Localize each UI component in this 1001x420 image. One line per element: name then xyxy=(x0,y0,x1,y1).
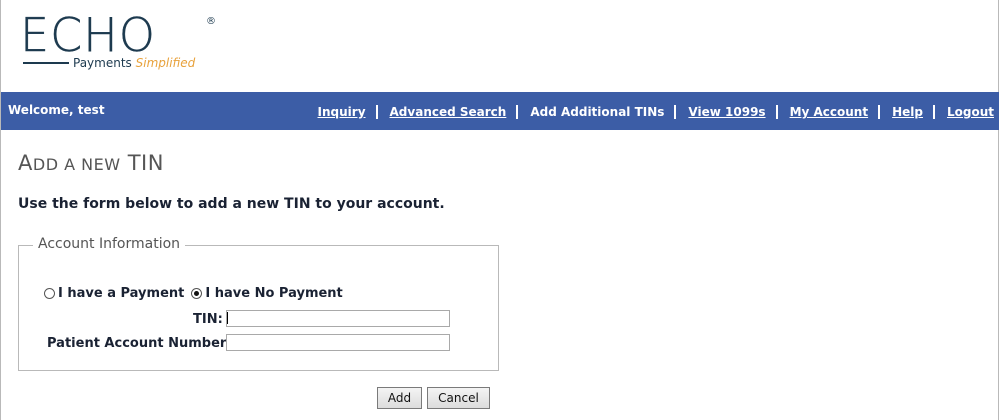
nav-link-inquiry[interactable]: Inquiry xyxy=(318,105,366,119)
nav-separator xyxy=(878,105,881,119)
account-information-fieldset: Account Information I have a Payment I h… xyxy=(18,236,499,371)
logo-underline xyxy=(23,62,69,64)
fieldset-legend: Account Information xyxy=(33,236,186,252)
radio-have-payment-label: I have a Payment xyxy=(58,286,185,301)
nav-link-logout[interactable]: Logout xyxy=(947,105,994,119)
cancel-button[interactable]: Cancel xyxy=(427,387,490,409)
nav-link-view-1099s[interactable]: View 1099s xyxy=(688,105,765,119)
logo-wordmark: ECHO xyxy=(20,8,156,62)
nav-separator xyxy=(932,105,935,119)
welcome-text: Welcome, test xyxy=(8,103,105,117)
nav-link-add-additional-tins[interactable]: Add Additional TINs xyxy=(530,105,664,119)
nav-separator xyxy=(775,105,778,119)
nav-separator xyxy=(516,105,519,119)
logo-tagline-accent: Simplified xyxy=(135,56,196,70)
logo-tagline: Payments Simplified xyxy=(73,56,195,70)
nav-links: Inquiry Advanced Search Add Additional T… xyxy=(318,105,994,119)
tin-input-wrapper xyxy=(226,310,450,327)
intro-text: Use the form below to add a new TIN to y… xyxy=(18,196,445,212)
page: ECHO ® Payments Simplified Welcome, test… xyxy=(0,0,999,420)
radio-have-payment[interactable] xyxy=(44,288,55,299)
echo-logo: ECHO ® Payments Simplified xyxy=(20,8,220,74)
radio-no-payment[interactable] xyxy=(191,288,203,299)
tin-input[interactable] xyxy=(226,310,450,327)
nav-separator xyxy=(674,105,677,119)
page-title-smallcaps: DD A NEW xyxy=(32,155,121,174)
add-button[interactable]: Add xyxy=(377,387,422,409)
page-title-tin: TIN xyxy=(127,151,164,175)
page-title-initial: A xyxy=(18,151,33,175)
nav-link-my-account[interactable]: My Account xyxy=(790,105,869,119)
nav-link-help[interactable]: Help xyxy=(892,105,923,119)
text-caret xyxy=(227,312,228,324)
patient-account-number-input[interactable] xyxy=(226,334,450,351)
registered-mark: ® xyxy=(206,16,216,27)
nav-link-advanced-search[interactable]: Advanced Search xyxy=(390,105,507,119)
payment-radio-group: I have a Payment I have No Payment xyxy=(44,286,343,301)
tin-label: TIN: xyxy=(193,312,223,327)
page-title: ADD A NEW TIN xyxy=(18,151,164,175)
nav-separator xyxy=(375,105,378,119)
radio-no-payment-label: I have No Payment xyxy=(205,286,343,301)
top-nav-bar: Welcome, test Inquiry Advanced Search Ad… xyxy=(1,92,999,130)
logo-tagline-text: Payments xyxy=(73,56,132,70)
patient-account-number-label: Patient Account Number: xyxy=(47,336,232,351)
